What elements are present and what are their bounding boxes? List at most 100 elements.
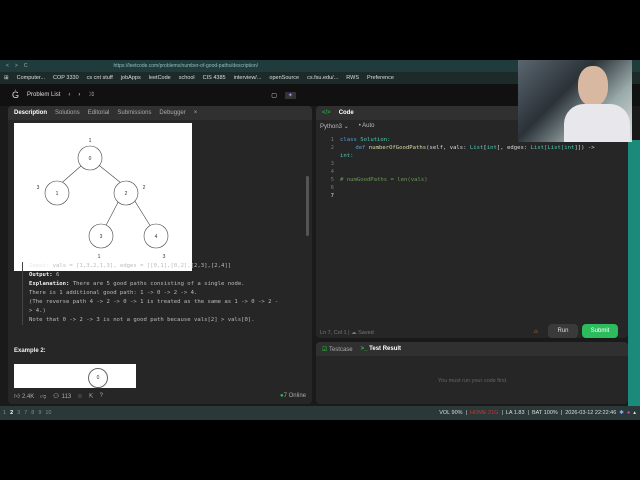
node-label: 0 [88,368,108,388]
shirt [564,104,630,142]
comments-count: 113 [61,393,72,400]
comments-button[interactable]: 💬︎ 113 [52,393,71,400]
workspace-active[interactable]: 2 [10,410,13,416]
help-icon[interactable]: ? [100,393,103,399]
bookmark[interactable]: COP 3330 [53,75,79,81]
shuffle-icon[interactable]: ⤨ [88,92,93,99]
description-footer: 👍︎ 2.4K 👎︎ 💬︎ 113 ☆ ⇱? ●7 Online [8,388,312,404]
bookmark[interactable]: RWS [346,75,359,81]
language-select[interactable]: Python3 ⌄ [320,123,349,130]
code-editor[interactable]: 1 class Solution: 2 def numberOfGoodPaths… [316,136,616,200]
reload-icon[interactable]: C [24,63,28,69]
bookmark[interactable]: leetCode [149,75,171,81]
bluetooth-icon[interactable]: ✱ [619,410,624,416]
result-panel: ☑ Testcase >_ Test Result You must run y… [316,342,628,404]
node-label: 1 [56,191,59,197]
node-val: 1 [89,138,92,144]
bookmark[interactable]: interview/... [234,75,262,81]
bookmark[interactable]: Preference [367,75,394,81]
tab-submissions[interactable]: Submissions [117,110,151,116]
example-2-image: 0 [14,364,136,388]
workspace[interactable]: 8 [31,410,34,416]
tab-solutions[interactable]: Solutions [55,110,80,116]
node-label: 4 [155,234,158,240]
node-label: 2 [125,191,128,197]
explanation-line: (The reverse path 4 -> 2 -> 0 -> 1 is tr… [29,299,279,305]
node-val: 3 [163,254,166,260]
tray-icon[interactable]: ● [627,410,630,416]
explanation-label: Explanation: [29,281,70,287]
face [578,66,608,106]
notes-icon[interactable]: ▢ [271,92,277,99]
node-val: 3 [37,185,40,191]
tab-debugger[interactable]: Debugger [159,110,185,116]
prev-icon[interactable]: ‹ [68,92,70,98]
bookmark[interactable]: school [179,75,195,81]
disk-status: HOME 21G [470,410,499,416]
bookmark[interactable]: CIS 4385 [203,75,226,81]
node-label: 0 [89,156,92,162]
bookmark[interactable]: cs cnt stuff [87,75,113,81]
load-status: LA 1.83 [505,410,525,416]
likes-count: 2.4K [21,394,35,400]
code-icon: </> [322,110,331,116]
workspace[interactable]: 1 [3,410,6,416]
workspace[interactable]: 7 [24,410,27,416]
tab-editorial[interactable]: Editorial [88,110,110,116]
node-val: 1 [98,254,101,260]
description-panel: Description Solutions Editorial Submissi… [8,106,312,404]
explanation-line: There is 1 additional good path: 1 -> 0 … [29,290,198,296]
battery-status: BAT 100% [531,410,558,416]
tab-testcase[interactable]: ☑ Testcase [322,346,353,353]
ai-icon[interactable]: ✦ [284,91,296,99]
workspace[interactable]: 9 [38,410,41,416]
explanation-line: > 4.) [29,308,46,314]
system-status-bar: 1 2 3 7 8 9 10 VOL 90% | HOME 21G | LA 1.8… [0,406,640,420]
bookmark[interactable]: openSource [269,75,299,81]
explanation-line: There are 5 good paths consisting of a s… [72,281,245,287]
star-icon[interactable]: ☆ [77,393,82,400]
run-button[interactable]: Run [548,324,578,338]
bookmark[interactable]: cs.fsu.edu/... [307,75,338,81]
dislike-icon[interactable]: 👎︎ [40,392,46,400]
scrollbar[interactable] [306,176,309,236]
bookmark[interactable]: Computer... [17,75,45,81]
volume-status: VOL 90% [439,410,463,416]
workspace[interactable]: 3 [17,410,20,416]
bank-icon[interactable]: ⌂ [534,329,538,335]
bookmark[interactable]: jobApps [121,75,141,81]
next-icon[interactable]: › [78,92,80,98]
graph-image: 0 1 2 3 4 1 3 2 1 3 [14,123,192,271]
output-value: 6 [55,272,60,278]
apps-icon[interactable]: ⊞ [4,75,9,81]
clock: 2026-03-12 22:22:46 [565,410,617,416]
code-title: Code [338,110,354,116]
problem-list-link[interactable]: Problem List [27,92,60,98]
like-button[interactable]: 👍︎ 2.4K [14,392,34,400]
back-icon[interactable]: < [6,63,9,69]
close-icon[interactable]: × [194,110,198,116]
input-value: vals = [1,3,2,1,3], edges = [[0,1],[0,2]… [52,263,232,269]
example-2-title: Example 2: [14,348,46,354]
node-val: 2 [143,185,146,191]
webcam-overlay [518,60,632,142]
forward-icon[interactable]: > [15,63,18,69]
output-label: Output: [29,272,53,278]
url-text[interactable]: https://leetcode.com/problems/number-of-… [113,63,258,69]
share-icon[interactable]: ⇱ [89,393,94,400]
workspace[interactable]: 10 [45,410,51,416]
side-strip [628,140,640,406]
auto-mode[interactable]: • Auto [359,123,375,130]
empty-result-message: You must run your code first [437,378,507,384]
wifi-icon[interactable]: ▴ [633,410,636,416]
tab-test-result[interactable]: >_ Test Result [361,346,401,352]
description-tabs: Description Solutions Editorial Submissi… [8,106,312,120]
node-label: 3 [100,234,103,240]
editor-status: Ln 7, Col 1 | ☁ Saved [320,330,374,336]
submit-button[interactable]: Submit [582,324,618,338]
result-tabs: ☑ Testcase >_ Test Result [316,342,628,356]
online-count: ●7 Online [280,393,306,399]
input-label: Input: [29,263,50,269]
leetcode-logo-icon[interactable]: Ġ [12,90,19,100]
tab-description[interactable]: Description [14,110,47,116]
